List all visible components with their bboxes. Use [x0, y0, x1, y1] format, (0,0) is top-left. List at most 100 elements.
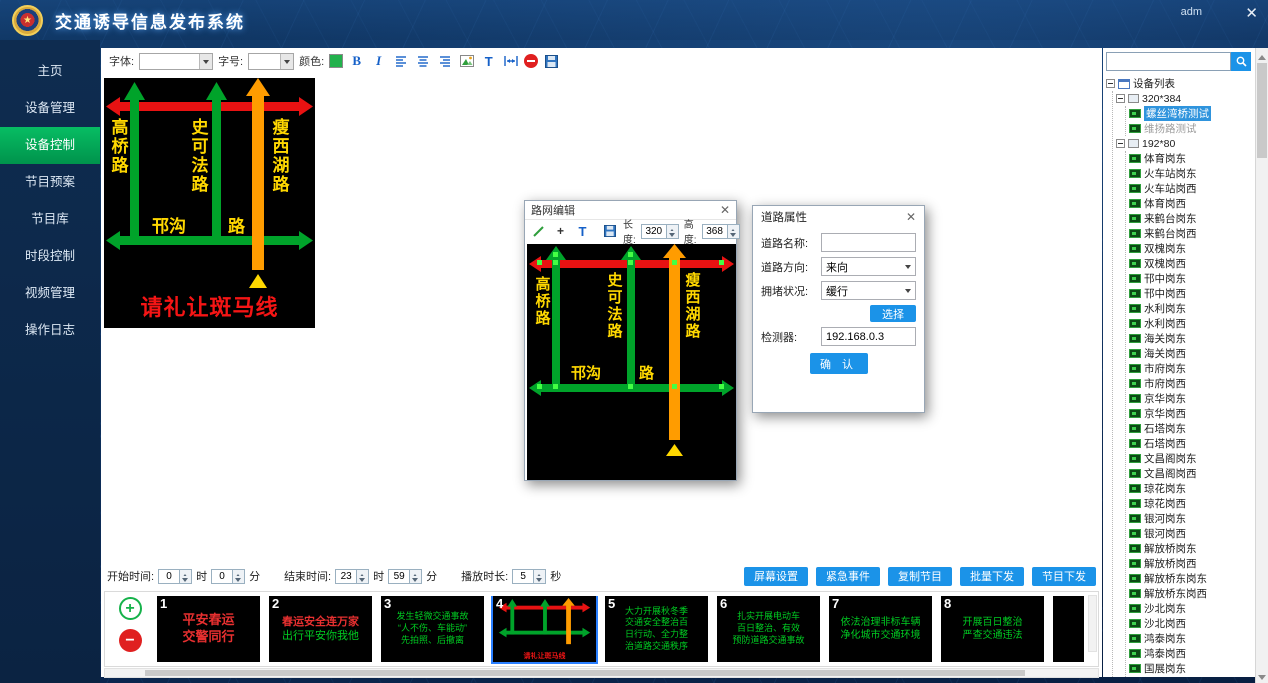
- device-item[interactable]: 体育岗西: [1129, 196, 1255, 211]
- align-center-button[interactable]: [414, 52, 431, 70]
- device-item[interactable]: 火车站岗西: [1129, 181, 1255, 196]
- end-minute-input[interactable]: [388, 569, 410, 584]
- select-detector-button[interactable]: 选择: [870, 305, 916, 322]
- device-item[interactable]: 双槐岗西: [1129, 256, 1255, 271]
- close-icon[interactable]: ✕: [720, 203, 730, 217]
- line-tool-button[interactable]: [530, 222, 547, 240]
- align-right-button[interactable]: [436, 52, 453, 70]
- search-button[interactable]: [1231, 52, 1251, 71]
- device-item[interactable]: 沙北岗西: [1129, 616, 1255, 631]
- program-thumbnail-2[interactable]: 2 春运安全连万家出行平安你我他: [269, 596, 372, 662]
- scrollbar-thumb[interactable]: [145, 670, 1025, 676]
- dialog-titlebar[interactable]: 道路属性 ✕: [753, 206, 924, 228]
- insert-image-button[interactable]: [458, 52, 475, 70]
- program-thumbnail-3[interactable]: 3 发生轻微交通事故“人不伤、车能动”先拍照、后撤离: [381, 596, 484, 662]
- device-search-input[interactable]: [1106, 52, 1231, 71]
- device-item-selected[interactable]: 螺丝湾桥测试: [1129, 106, 1255, 121]
- text-tool-button[interactable]: T: [574, 222, 591, 240]
- sidebar-item-device-mgmt[interactable]: 设备管理: [0, 90, 100, 127]
- horizontal-scrollbar[interactable]: [104, 668, 1099, 678]
- stepper-arrows[interactable]: [410, 569, 422, 584]
- device-item[interactable]: 国展岗东: [1129, 661, 1255, 676]
- device-item[interactable]: 邗中岗西: [1129, 286, 1255, 301]
- collapse-icon[interactable]: [1116, 94, 1125, 103]
- device-item[interactable]: 石塔岗西: [1129, 436, 1255, 451]
- italic-button[interactable]: I: [370, 52, 387, 70]
- detector-input[interactable]: [826, 331, 911, 343]
- sidebar-item-operation-log[interactable]: 操作日志: [0, 312, 100, 349]
- device-item[interactable]: 琼花岗西: [1129, 496, 1255, 511]
- device-item[interactable]: 沙北岗东: [1129, 601, 1255, 616]
- end-minute-stepper[interactable]: [388, 569, 422, 584]
- stepper-arrows[interactable]: [357, 569, 369, 584]
- device-item[interactable]: 火车站岗东: [1129, 166, 1255, 181]
- delete-button[interactable]: [524, 54, 538, 68]
- device-item[interactable]: 来鹤台岗西: [1129, 226, 1255, 241]
- device-item[interactable]: 京华岗东: [1129, 391, 1255, 406]
- screen-settings-button[interactable]: 屏幕设置: [744, 567, 808, 586]
- start-hour-input[interactable]: [158, 569, 180, 584]
- device-item[interactable]: 邗中岗东: [1129, 271, 1255, 286]
- start-hour-stepper[interactable]: [158, 569, 192, 584]
- end-hour-input[interactable]: [335, 569, 357, 584]
- device-item[interactable]: 鸿泰岗西: [1129, 646, 1255, 661]
- device-item[interactable]: 解放桥岗西: [1129, 556, 1255, 571]
- start-minute-input[interactable]: [211, 569, 233, 584]
- stepper-arrows[interactable]: [667, 224, 679, 239]
- program-thumbnail-5[interactable]: 5 大力开展秋冬季交通安全整治百日行动、全力整治道路交通秩序: [605, 596, 708, 662]
- editor-canvas[interactable]: 高桥路 史可法路 瘦西湖路 邗沟 路: [527, 244, 736, 480]
- scroll-down-icon[interactable]: [1256, 670, 1268, 683]
- send-program-button[interactable]: 节目下发: [1032, 567, 1096, 586]
- device-item[interactable]: 文昌阁岗西: [1129, 466, 1255, 481]
- device-item[interactable]: 国展岗西: [1129, 676, 1255, 677]
- height-input[interactable]: [702, 224, 728, 239]
- program-thumbnail-9-partial[interactable]: 文明交通安全出行: [1053, 596, 1084, 662]
- fit-width-button[interactable]: [502, 52, 519, 70]
- device-item[interactable]: 文昌阁岗东: [1129, 451, 1255, 466]
- stepper-arrows[interactable]: [534, 569, 546, 584]
- sidebar-item-video-mgmt[interactable]: 视频管理: [0, 275, 100, 312]
- text-tool-button[interactable]: T: [480, 52, 497, 70]
- sidebar-item-program-library[interactable]: 节目库: [0, 201, 100, 238]
- emergency-event-button[interactable]: 紧急事件: [816, 567, 880, 586]
- bold-button[interactable]: B: [348, 52, 365, 70]
- program-thumbnail-4-selected[interactable]: 4: [493, 596, 596, 662]
- align-left-button[interactable]: [392, 52, 409, 70]
- congestion-select[interactable]: 缓行: [821, 281, 916, 300]
- height-stepper[interactable]: [702, 224, 740, 239]
- font-family-select[interactable]: [139, 53, 213, 70]
- scrollbar-thumb[interactable]: [1257, 63, 1267, 158]
- led-preview-screen[interactable]: 高桥路 史可法路 瘦西湖路 邗沟 路 请礼让斑马线: [104, 78, 315, 328]
- device-item[interactable]: 维扬路测试: [1129, 121, 1255, 136]
- duration-input[interactable]: [512, 569, 534, 584]
- color-swatch[interactable]: [329, 54, 343, 68]
- device-item[interactable]: 解放桥东岗东: [1129, 571, 1255, 586]
- copy-program-button[interactable]: 复制节目: [888, 567, 952, 586]
- stepper-arrows[interactable]: [180, 569, 192, 584]
- device-item[interactable]: 银河岗东: [1129, 511, 1255, 526]
- device-item[interactable]: 市府岗东: [1129, 361, 1255, 376]
- device-item[interactable]: 市府岗西: [1129, 376, 1255, 391]
- program-thumbnail-8[interactable]: 8 开展百日整治严查交通违法: [941, 596, 1044, 662]
- device-item[interactable]: 来鹤台岗东: [1129, 211, 1255, 226]
- device-item[interactable]: 银河岗西: [1129, 526, 1255, 541]
- device-item[interactable]: 体育岗东: [1129, 151, 1255, 166]
- font-size-select[interactable]: [248, 53, 294, 70]
- road-direction-select[interactable]: 来向: [821, 257, 916, 276]
- device-item[interactable]: 海关岗东: [1129, 331, 1255, 346]
- collapse-icon[interactable]: [1116, 139, 1125, 148]
- save-layout-button[interactable]: [601, 222, 618, 240]
- close-icon[interactable]: ✕: [906, 210, 916, 224]
- sidebar-item-schedule-control[interactable]: 时段控制: [0, 238, 100, 275]
- strip-scrollbar[interactable]: [1088, 595, 1097, 652]
- device-item[interactable]: 解放桥东岗西: [1129, 586, 1255, 601]
- program-thumbnail-6[interactable]: 6 扎实开展电动车百日整治、有效预防道路交通事故: [717, 596, 820, 662]
- remove-program-button[interactable]: −: [119, 629, 142, 652]
- device-item[interactable]: 琼花岗东: [1129, 481, 1255, 496]
- scroll-up-icon[interactable]: [1256, 48, 1268, 61]
- length-stepper[interactable]: [641, 224, 679, 239]
- device-item[interactable]: 石塔岗东: [1129, 421, 1255, 436]
- logged-in-user[interactable]: adm: [1181, 6, 1202, 18]
- tree-group-320x384[interactable]: 320*384: [1116, 91, 1255, 106]
- road-name-input[interactable]: [826, 237, 911, 249]
